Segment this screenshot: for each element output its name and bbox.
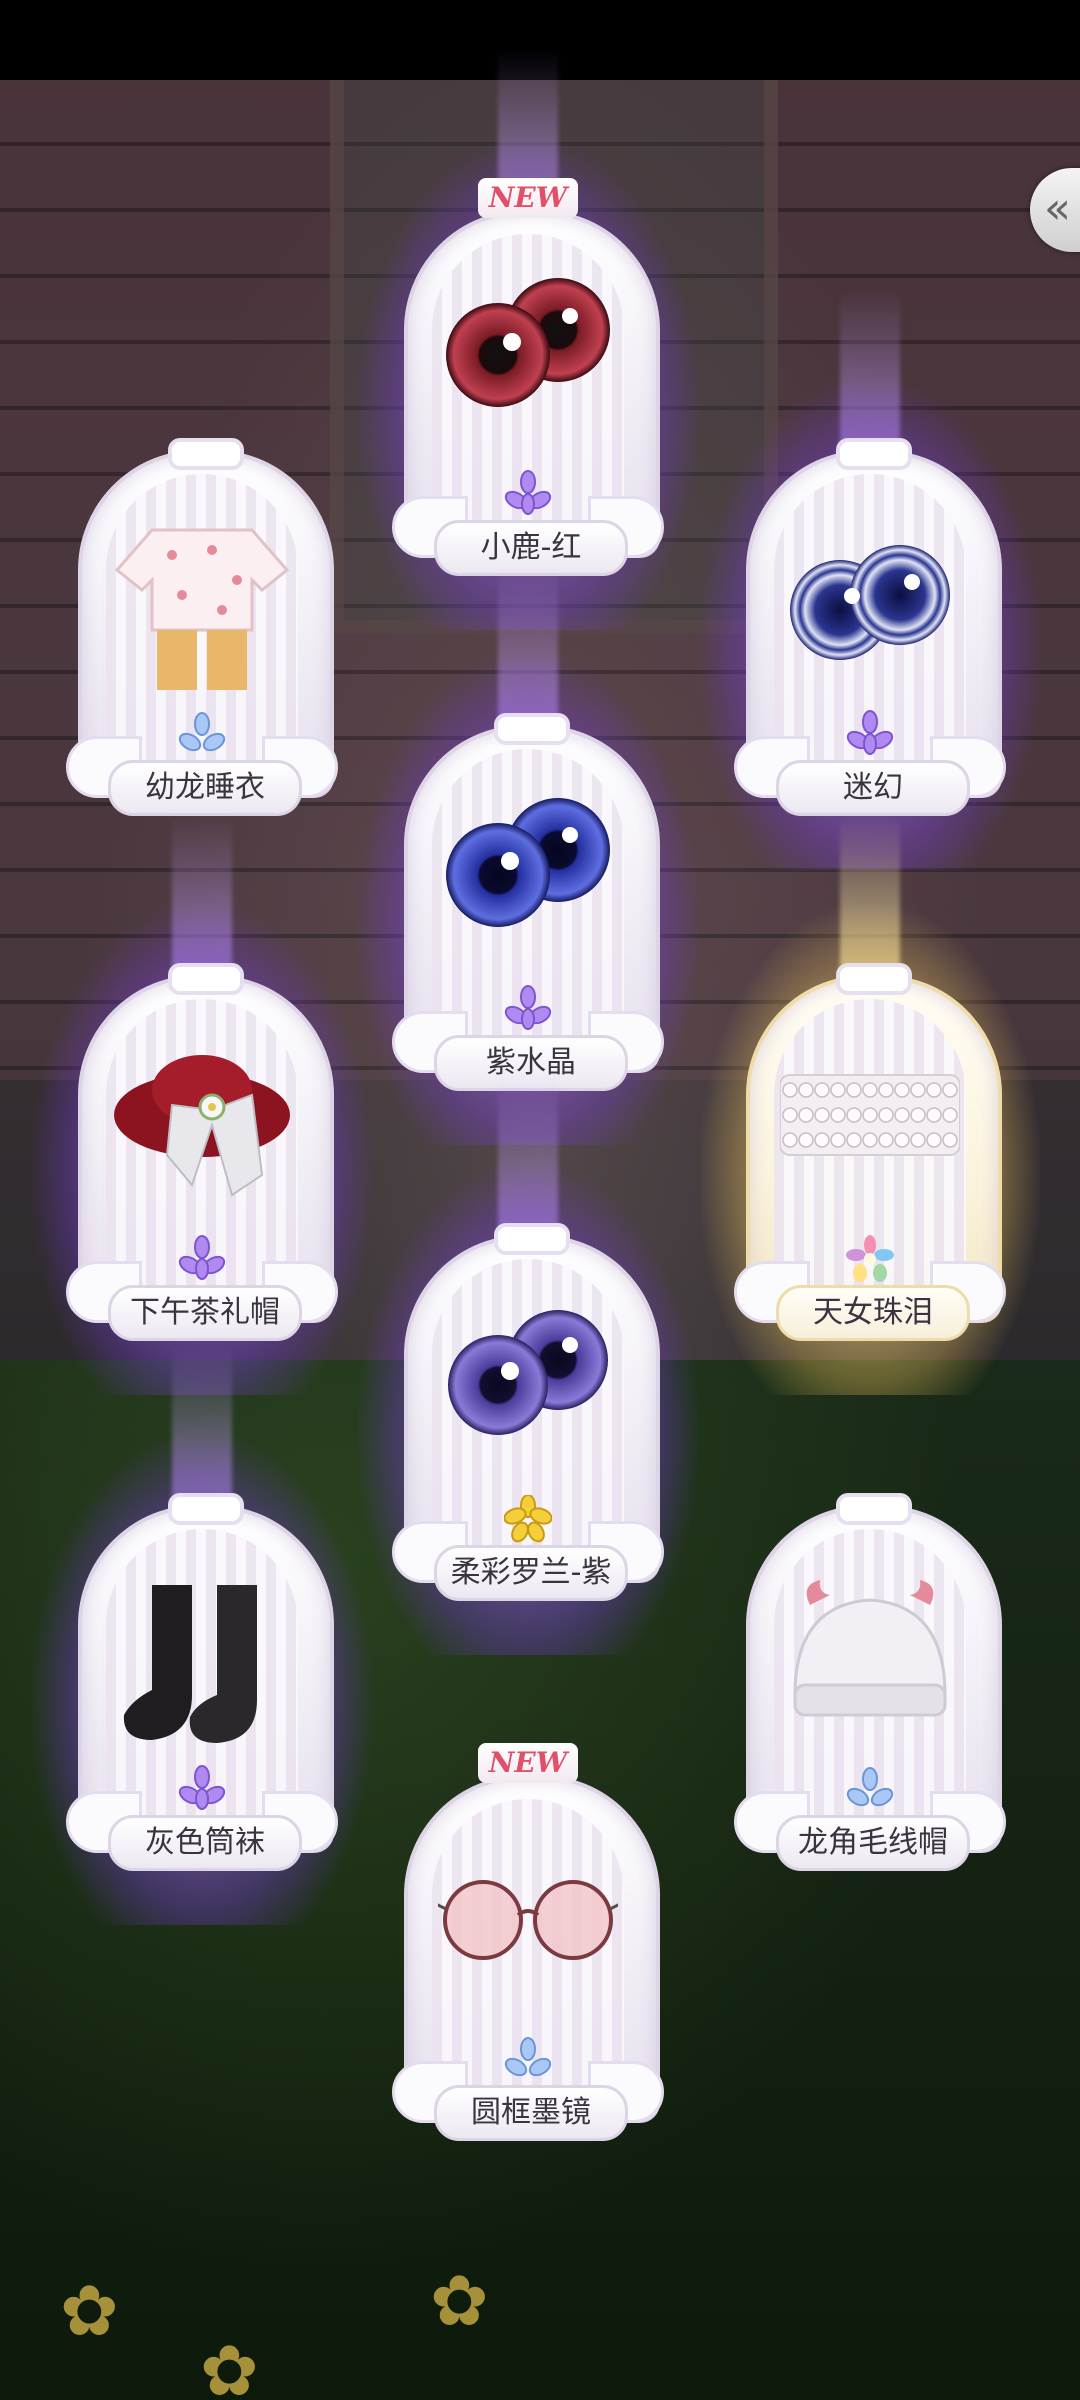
- violet-eyes-icon: [448, 1310, 608, 1435]
- reward-card[interactable]: 下午茶礼帽: [32, 815, 372, 1395]
- purple-flower-rarity-icon: [504, 985, 552, 1030]
- item-name: 幼龙睡衣: [108, 760, 302, 816]
- item-name: 天女珠泪: [776, 1285, 970, 1341]
- flower-decoration-icon: ✿: [430, 2260, 489, 2342]
- dragon-horn-beanie-icon: [793, 1580, 947, 1717]
- reward-card[interactable]: NEW 圆框墨镜: [392, 1743, 664, 2155]
- tea-hat-icon: [114, 1055, 290, 1197]
- item-name: 柔彩罗兰-紫: [434, 1545, 628, 1601]
- reward-card[interactable]: 柔彩罗兰-紫: [358, 1075, 698, 1655]
- purple-flower-rarity-icon: [178, 1235, 226, 1280]
- item-name: 圆框墨镜: [434, 2085, 628, 2141]
- swirl-eyes-icon: [790, 545, 950, 660]
- purple-flower-rarity-icon: [846, 710, 894, 755]
- flower-decoration-icon: ✿: [200, 2330, 259, 2400]
- reward-card[interactable]: NEW 小鹿-红: [358, 50, 698, 630]
- pajamas-icon: [114, 528, 290, 690]
- purple-flower-rarity-icon: [178, 1765, 226, 1810]
- item-name: 龙角毛线帽: [776, 1815, 970, 1871]
- reward-card[interactable]: 紫水晶: [358, 565, 698, 1145]
- reward-card[interactable]: 迷幻: [700, 290, 1040, 870]
- flower-decoration-icon: ✿: [60, 2270, 119, 2352]
- new-badge: NEW: [478, 178, 578, 218]
- reward-card[interactable]: 天女珠泪: [700, 815, 1040, 1395]
- red-eyes-icon: [446, 278, 610, 407]
- reward-card[interactable]: 龙角毛线帽: [734, 1493, 1006, 1885]
- black-socks-icon: [123, 1585, 257, 1743]
- purple-flower-rarity-icon: [504, 470, 552, 515]
- blue-flower-rarity-icon: [178, 712, 226, 752]
- blue-eyes-icon: [446, 798, 610, 927]
- reward-card[interactable]: 灰色筒袜: [32, 1345, 372, 1925]
- item-name: 灰色筒袜: [108, 1815, 302, 1871]
- reward-card[interactable]: 幼龙睡衣: [66, 438, 338, 830]
- chevron-left-double-icon: «: [1044, 183, 1071, 234]
- new-badge: NEW: [478, 1743, 578, 1783]
- pearl-necklace-icon: [780, 1074, 960, 1156]
- item-name: 下午茶礼帽: [108, 1285, 302, 1341]
- blue-flower-rarity-icon: [504, 2037, 552, 2077]
- blue-flower-rarity-icon: [846, 1767, 894, 1807]
- item-name: 迷幻: [776, 760, 970, 816]
- rainbow-flower-rarity-icon: [846, 1235, 894, 1282]
- round-sunglasses-icon: [438, 1880, 618, 1960]
- gold-flower-rarity-icon: [504, 1495, 552, 1543]
